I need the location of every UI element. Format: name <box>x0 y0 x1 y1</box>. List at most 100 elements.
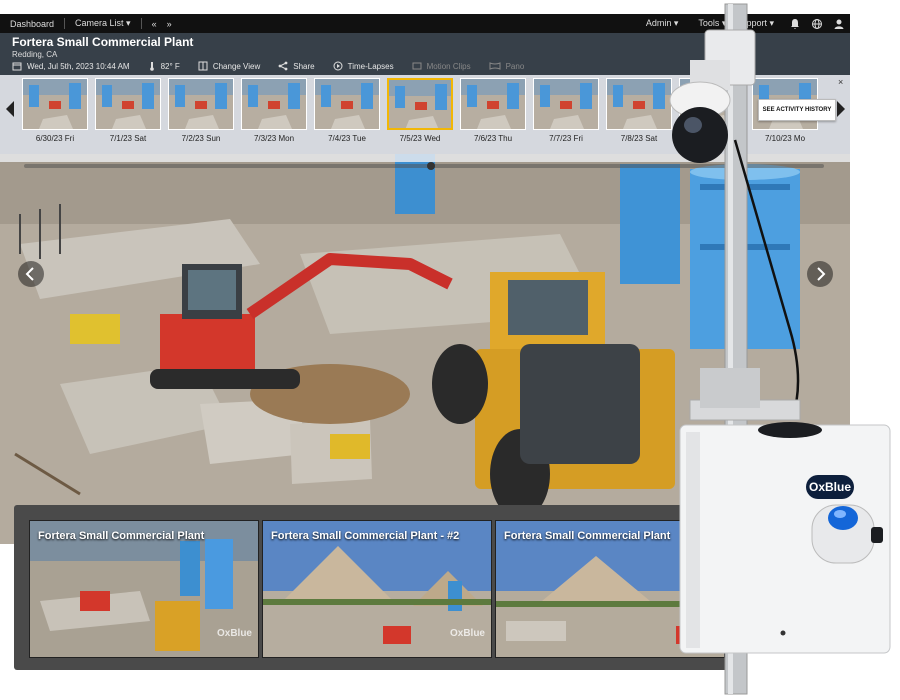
nav-dashboard[interactable]: Dashboard <box>0 19 64 29</box>
share-label: Share <box>293 61 315 71</box>
thumbnail-image <box>241 78 307 130</box>
pano-label: Pano <box>505 61 525 71</box>
temperature-readout: 82° F <box>148 61 180 71</box>
thumbnail-image <box>533 78 599 130</box>
timeline-thumbnail[interactable]: 7/9/23 Sun <box>679 78 745 158</box>
camera-feed-tile[interactable]: Fortera Small Commercial Plant OxBlue <box>29 520 259 658</box>
current-datetime: Wed, Jul 5th, 2023 10:44 AM <box>27 61 130 71</box>
thumbnail-preview <box>534 79 598 129</box>
previous-camera-button[interactable]: « <box>142 19 167 29</box>
timeline-thumbnail[interactable]: 7/7/23 Fri <box>533 78 599 158</box>
timeline-thumbnail[interactable]: 7/2/23 Sun <box>168 78 234 158</box>
thumbnail-preview <box>389 80 451 128</box>
thumbnail-preview <box>607 79 671 129</box>
timeline-thumbnail[interactable]: 7/1/23 Sat <box>95 78 161 158</box>
calendar-icon <box>12 62 22 71</box>
nav-admin[interactable]: Admin ▾ <box>636 18 689 29</box>
user-icon[interactable] <box>833 18 845 30</box>
thermometer-icon <box>149 62 154 71</box>
date-picker[interactable]: Wed, Jul 5th, 2023 10:44 AM <box>12 61 130 71</box>
close-timeline-button[interactable]: × <box>838 77 843 87</box>
camera-toolbar: Wed, Jul 5th, 2023 10:44 AM 82° F Change… <box>12 61 542 71</box>
thumbnail-image <box>95 78 161 130</box>
thumbnail-preview <box>461 79 525 129</box>
globe-icon[interactable] <box>811 18 823 30</box>
timelapse-icon <box>333 61 343 71</box>
thumbnail-preview <box>96 79 160 129</box>
feed-title: Fortera Small Commercial Plant <box>38 530 205 542</box>
next-camera-button[interactable]: » <box>167 19 182 29</box>
nav-tools[interactable]: Tools ▾ <box>688 18 736 29</box>
timeline-thumbnail[interactable]: 7/5/23 Wed <box>387 78 453 158</box>
share-icon <box>278 61 288 71</box>
thumbnail-image <box>606 78 672 130</box>
nav-camera-list[interactable]: Camera List ▾ <box>65 18 141 29</box>
timeline-scroll-thumb[interactable] <box>427 162 435 170</box>
thumbnail-preview <box>680 79 744 129</box>
thumbnail-preview <box>169 79 233 129</box>
thumbnail-date-label: 6/30/23 Fri <box>35 134 75 143</box>
feed-title: Fortera Small Commercial Plant <box>504 530 671 542</box>
camera-feeds-panel: Fortera Small Commercial Plant OxBlue Fort… <box>14 505 730 670</box>
timeline-prev-arrow[interactable] <box>3 99 17 119</box>
chevron-left-icon <box>25 267 34 281</box>
timeline-thumbnail[interactable]: 7/8/23 Sat <box>606 78 672 158</box>
thumbnail-date-label: 7/4/23 Tue <box>328 134 366 143</box>
image-next-button[interactable] <box>807 261 833 287</box>
thumbnail-image <box>314 78 380 130</box>
thumbnail-preview <box>315 79 379 129</box>
timeline-thumbnail[interactable]: 6/30/23 Fri <box>22 78 88 158</box>
thumbnail-image <box>679 78 745 130</box>
thumbnail-date-label: 7/7/23 Fri <box>549 134 583 143</box>
site-title: Fortera Small Commercial Plant <box>12 35 194 49</box>
oxblue-logo: OxBlue <box>806 475 854 499</box>
feed-watermark: OxBlue <box>682 628 718 639</box>
thumbnail-preview <box>242 79 306 129</box>
thumbnail-date-label: 7/3/23 Mon <box>253 134 295 143</box>
timelapses-label: Time-Lapses <box>347 61 394 71</box>
motion-clips-button[interactable]: Motion Clips <box>412 61 471 71</box>
feed-watermark: OxBlue <box>449 628 485 639</box>
share-button[interactable]: Share <box>278 61 315 71</box>
image-prev-button[interactable] <box>18 261 44 287</box>
timeline-thumbnail[interactable]: 7/3/23 Mon <box>241 78 307 158</box>
nav-support[interactable]: pport ▾ <box>736 18 784 29</box>
see-activity-history-button[interactable]: SEE ACTIVITY HISTORY <box>758 99 836 121</box>
feed-watermark: OxBlue <box>216 628 252 639</box>
timelapses-button[interactable]: Time-Lapses <box>333 61 394 71</box>
timeline-thumbnail[interactable]: 7/4/23 Tue <box>314 78 380 158</box>
pano-icon <box>489 62 501 70</box>
camera-feed-tile[interactable]: Fortera Small Commercial Plant OxBlue <box>495 520 725 658</box>
thumbnail-preview <box>23 79 87 129</box>
timeline-scrollbar[interactable] <box>24 162 824 170</box>
pano-button[interactable]: Pano <box>489 61 525 71</box>
timeline-strip: 6/30/23 Fri 7/1/23 Sat 7/2/23 Sun 7/3/23 Mo… <box>0 75 850 170</box>
thumbnail-date-label: 7/1/23 Sat <box>109 134 147 143</box>
thumbnail-image <box>460 78 526 130</box>
thumbnail-date-label: 7/6/23 Thu <box>473 134 513 143</box>
top-navigation-bar: Dashboard Camera List ▾ « » Admin ▾ Tool… <box>0 14 850 33</box>
thumbnail-date-label: 7/9/23 Sun <box>692 134 732 143</box>
chevron-right-icon <box>817 267 826 281</box>
thumbnail-image <box>168 78 234 130</box>
feed-title: Fortera Small Commercial Plant - #2 <box>271 530 460 542</box>
camera-viewer-window: Dashboard Camera List ▾ « » Admin ▾ Tool… <box>0 14 850 544</box>
thumbnail-date-label: 7/10/23 Mo <box>764 134 806 143</box>
thumbnail-date-label: 7/8/23 Sat <box>620 134 658 143</box>
timeline-thumbnail[interactable]: 7/6/23 Thu <box>460 78 526 158</box>
camera-feed-tile[interactable]: Fortera Small Commercial Plant - #2 OxBlu… <box>262 520 492 658</box>
bell-icon[interactable] <box>789 18 801 30</box>
change-view-button[interactable]: Change View <box>198 61 260 71</box>
change-view-label: Change View <box>212 61 261 71</box>
motion-clips-icon <box>412 62 422 70</box>
thumbnail-date-label: 7/2/23 Sun <box>181 134 221 143</box>
site-header: Fortera Small Commercial Plant Redding, … <box>0 33 850 75</box>
thumbnail-date-label: 7/5/23 Wed <box>399 134 441 143</box>
thumbnail-image <box>387 78 453 130</box>
temperature-value: 82° F <box>160 61 180 71</box>
site-location: Redding, CA <box>12 50 58 59</box>
motion-clips-label: Motion Clips <box>426 61 471 71</box>
thumbnail-image <box>22 78 88 130</box>
timeline-next-arrow[interactable] <box>834 99 848 119</box>
change-view-icon <box>198 61 208 71</box>
